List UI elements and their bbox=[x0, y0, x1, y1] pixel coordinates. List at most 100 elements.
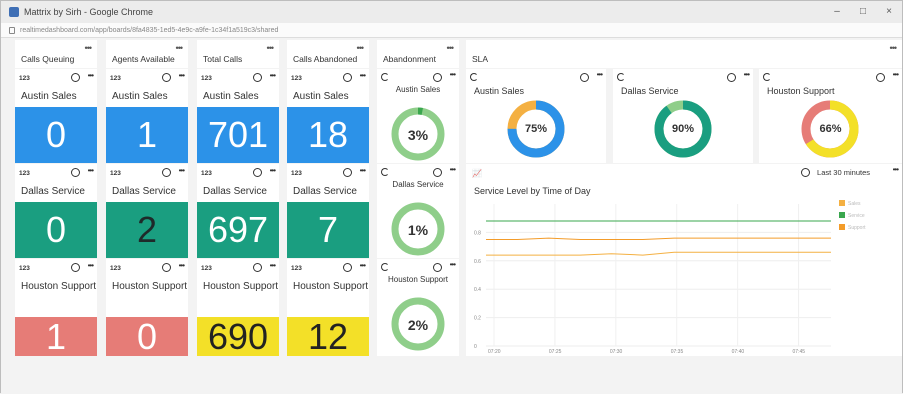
metric-tile[interactable]: 123 ••• Austin Sales 1 bbox=[106, 69, 188, 163]
metric-tile[interactable]: 123 ••• Houston Support 0 bbox=[106, 259, 188, 356]
clock-icon[interactable] bbox=[71, 168, 80, 177]
metric-tile[interactable]: 123 ••• Austin Sales 18 bbox=[287, 69, 369, 163]
abandonment-tile[interactable]: ••• Austin Sales 3% bbox=[377, 69, 459, 163]
legend-label[interactable]: Service bbox=[848, 213, 865, 219]
metric-tile[interactable]: 123 ••• Houston Support 690 bbox=[197, 259, 279, 356]
more-icon[interactable]: ••• bbox=[267, 43, 275, 53]
more-icon[interactable]: ••• bbox=[360, 166, 366, 175]
lock-icon bbox=[9, 26, 15, 34]
more-icon[interactable]: ••• bbox=[270, 261, 276, 270]
tile-value: 2 bbox=[106, 202, 188, 258]
sla-donut bbox=[654, 100, 712, 158]
tile-header: 123 ••• bbox=[287, 69, 369, 87]
sla-donut bbox=[507, 100, 565, 158]
legend-swatch[interactable] bbox=[839, 224, 845, 230]
more-icon[interactable]: ••• bbox=[179, 166, 185, 175]
column-title: Total Calls ••• bbox=[197, 40, 279, 68]
clock-icon[interactable] bbox=[162, 73, 171, 82]
more-icon[interactable]: ••• bbox=[360, 261, 366, 270]
more-icon[interactable]: ••• bbox=[88, 166, 94, 175]
clock-icon[interactable] bbox=[343, 263, 352, 272]
donut-value: 2% bbox=[407, 317, 429, 333]
x-tick-label: 07:35 bbox=[671, 349, 684, 355]
clock-icon[interactable] bbox=[343, 168, 352, 177]
tile-value: 1 bbox=[106, 107, 188, 163]
clock-icon[interactable] bbox=[162, 263, 171, 272]
abandonment-tile[interactable]: ••• Dallas Service 1% bbox=[377, 164, 459, 258]
tile-label: Dallas Service bbox=[15, 182, 97, 202]
y-tick-label: 0 bbox=[474, 344, 477, 350]
dashboard: Calls Queuing ••• Agents Available ••• Tot… bbox=[15, 40, 902, 358]
tile-header: 123 ••• bbox=[15, 164, 97, 182]
tile-value: 12 bbox=[287, 317, 369, 356]
tile-label: Houston Support bbox=[197, 277, 279, 317]
legend-swatch[interactable] bbox=[839, 212, 845, 218]
more-icon[interactable]: ••• bbox=[890, 43, 898, 53]
metric-tile[interactable]: 123 ••• Austin Sales 0 bbox=[15, 69, 97, 163]
metric-tile[interactable]: 123 ••• Houston Support 12 bbox=[287, 259, 369, 356]
tile-header: 123 ••• bbox=[106, 69, 188, 87]
more-icon[interactable]: ••• bbox=[357, 43, 365, 53]
metric-tile[interactable]: 123 ••• Dallas Service 2 bbox=[106, 164, 188, 258]
minimize-button[interactable]: – bbox=[824, 1, 850, 23]
tile-value: 0 bbox=[15, 202, 97, 258]
column-title: Agents Available ••• bbox=[106, 40, 188, 68]
metric-tile[interactable]: 123 ••• Dallas Service 0 bbox=[15, 164, 97, 258]
tile-value: 18 bbox=[287, 107, 369, 163]
tile-value: 701 bbox=[197, 107, 279, 163]
tile-type-label: 123 bbox=[291, 74, 302, 82]
x-tick-label: 07:25 bbox=[549, 349, 562, 355]
more-icon[interactable]: ••• bbox=[176, 43, 184, 53]
window-controls: – □ × bbox=[824, 1, 902, 23]
more-icon[interactable]: ••• bbox=[270, 166, 276, 175]
clock-icon[interactable] bbox=[71, 73, 80, 82]
more-icon[interactable]: ••• bbox=[88, 261, 94, 270]
more-icon[interactable]: ••• bbox=[447, 43, 455, 53]
metric-tile[interactable]: 123 ••• Dallas Service 7 bbox=[287, 164, 369, 258]
series-line-sales bbox=[486, 251, 831, 256]
donut-value: 75% bbox=[524, 123, 548, 135]
tile-value: 0 bbox=[15, 107, 97, 163]
column-title: SLA ••• bbox=[466, 40, 902, 68]
clock-icon[interactable] bbox=[253, 263, 262, 272]
more-icon[interactable]: ••• bbox=[179, 71, 185, 80]
clock-icon[interactable] bbox=[343, 73, 352, 82]
legend-swatch[interactable] bbox=[839, 200, 845, 206]
legend-label[interactable]: Support bbox=[848, 225, 866, 231]
clock-icon[interactable] bbox=[71, 263, 80, 272]
clock-icon[interactable] bbox=[253, 168, 262, 177]
status-area bbox=[1, 359, 902, 394]
metric-tile[interactable]: 123 ••• Dallas Service 697 bbox=[197, 164, 279, 258]
donut-value: 66% bbox=[819, 123, 842, 135]
clock-icon[interactable] bbox=[253, 73, 262, 82]
address-bar[interactable]: realtimedashboard.com/app/boards/8fa4835… bbox=[1, 23, 902, 38]
more-icon[interactable]: ••• bbox=[88, 71, 94, 80]
close-button[interactable]: × bbox=[876, 1, 902, 23]
sla-tile[interactable]: ••• Houston Support 66% bbox=[759, 69, 902, 163]
clock-icon[interactable] bbox=[162, 168, 171, 177]
column-title: Calls Queuing ••• bbox=[15, 40, 97, 68]
more-icon[interactable]: ••• bbox=[179, 261, 185, 270]
tile-label: Houston Support bbox=[287, 277, 369, 317]
window-title: Mattrix by Sirh - Google Chrome bbox=[24, 7, 154, 17]
more-icon[interactable]: ••• bbox=[360, 71, 366, 80]
maximize-button[interactable]: □ bbox=[850, 1, 876, 23]
sla-tile[interactable]: ••• Dallas Service 90% bbox=[613, 69, 753, 163]
column-calls-queuing: Calls Queuing ••• bbox=[15, 40, 97, 68]
tile-label: Austin Sales bbox=[15, 87, 97, 107]
metric-tile[interactable]: 123 ••• Houston Support 1 bbox=[15, 259, 97, 356]
x-tick-label: 07:40 bbox=[732, 349, 745, 355]
tile-label: Houston Support bbox=[106, 277, 188, 317]
tile-type-label: 123 bbox=[19, 169, 30, 177]
metric-tile[interactable]: 123 ••• Austin Sales 701 bbox=[197, 69, 279, 163]
more-icon[interactable]: ••• bbox=[85, 43, 93, 53]
abandonment-tile[interactable]: ••• Houston Support 2% bbox=[377, 259, 459, 356]
sla-tile[interactable]: ••• Austin Sales 75% bbox=[466, 69, 606, 163]
legend-label[interactable]: Sales bbox=[848, 201, 861, 207]
url-text[interactable]: realtimedashboard.com/app/boards/8fa4835… bbox=[20, 27, 278, 34]
tile-type-label: 123 bbox=[19, 74, 30, 82]
more-icon[interactable]: ••• bbox=[270, 71, 276, 80]
tile-label: Dallas Service bbox=[106, 182, 188, 202]
tile-label: Austin Sales bbox=[287, 87, 369, 107]
abandonment-donut bbox=[391, 107, 445, 161]
